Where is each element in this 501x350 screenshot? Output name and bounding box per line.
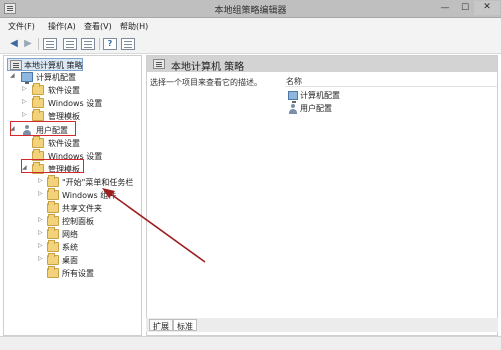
annotation-arrow [102,188,206,263]
annotation-arrow-line [107,191,206,263]
